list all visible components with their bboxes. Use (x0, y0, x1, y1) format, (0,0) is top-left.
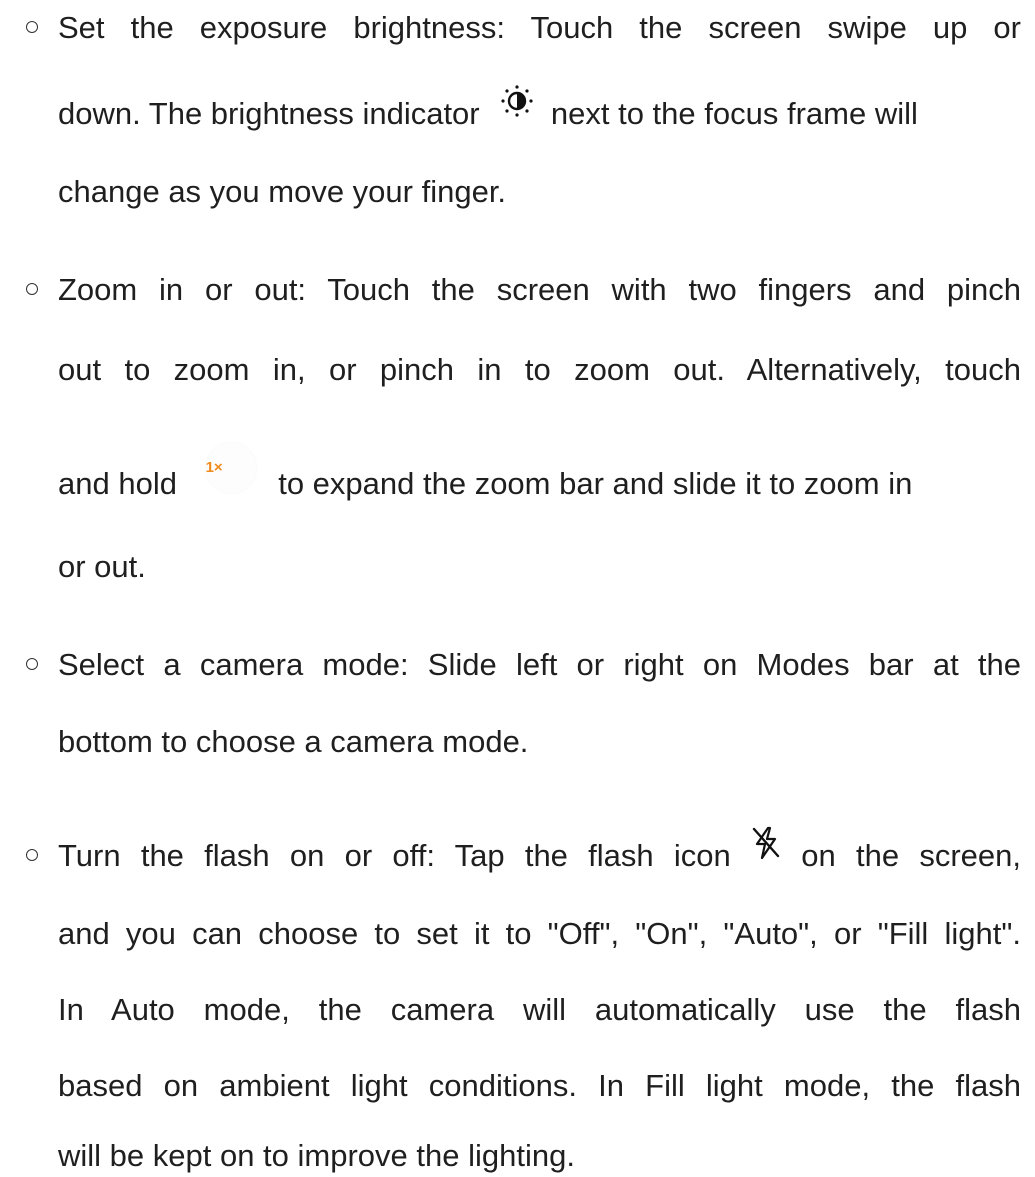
flash-off-icon (751, 826, 781, 870)
text-line: based on ambient light conditions. In Fi… (58, 1068, 1021, 1103)
zoom-1x-icon: 1× (205, 443, 256, 493)
text-segment: Turn the flash on or off: Tap the flash … (58, 838, 731, 874)
text-line: or out. (58, 549, 146, 584)
bullet-icon (26, 283, 38, 295)
text-line: Zoom in or out: Touch the screen with tw… (58, 272, 1021, 307)
text-segment: on the screen, (801, 838, 1021, 874)
text-line: Turn the flash on or off: Tap the flash … (58, 826, 1021, 876)
text-line: Select a camera mode: Slide left or righ… (58, 647, 1021, 682)
brightness-icon (500, 84, 534, 128)
text-segment: and hold (58, 466, 177, 501)
bullet-icon (26, 21, 38, 33)
text-line: In Auto mode, the camera will automatica… (58, 992, 1021, 1027)
text-line: and you can choose to set it to "Off", "… (58, 916, 1021, 951)
bullet-icon (26, 658, 38, 670)
text-line: Set the exposure brightness: Touch the s… (58, 10, 1021, 45)
text-line: out to zoom in, or pinch in to zoom out.… (58, 352, 1021, 387)
text-line: will be kept on to improve the lighting. (58, 1138, 575, 1173)
text-segment: down. The brightness indicator (58, 96, 480, 132)
text-line: bottom to choose a camera mode. (58, 724, 529, 759)
text-segment: to expand the zoom bar and slide it to z… (278, 466, 913, 501)
text-segment: next to the focus frame will (550, 96, 918, 132)
text-line: change as you move your finger. (58, 174, 507, 209)
bullet-icon (26, 849, 38, 861)
text-line: down. The brightness indicator next to t… (58, 85, 918, 134)
text-line: and hold 1× to expand the zoom bar and s… (58, 443, 913, 504)
